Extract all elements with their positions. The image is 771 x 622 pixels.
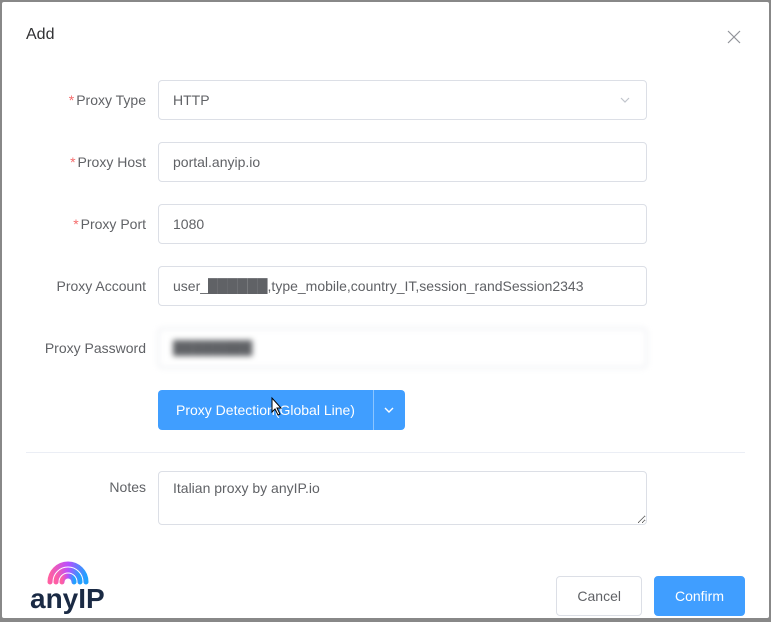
close-icon — [727, 31, 741, 48]
row-proxy-port: *Proxy Port — [26, 204, 745, 244]
row-proxy-host: *Proxy Host — [26, 142, 745, 182]
svg-text:anyIP: anyIP — [30, 583, 105, 614]
proxy-type-value: HTTP — [173, 92, 618, 108]
confirm-button[interactable]: Confirm — [654, 576, 745, 616]
modal-header: Add — [26, 26, 745, 52]
proxy-type-select[interactable]: HTTP — [158, 80, 647, 120]
footer-buttons: Cancel Confirm — [556, 576, 745, 616]
label-proxy-type: *Proxy Type — [26, 92, 158, 108]
modal-title: Add — [26, 26, 54, 44]
row-notes: Notes — [26, 471, 745, 530]
add-proxy-modal: Add *Proxy Type HTTP *Proxy Host — [2, 2, 769, 618]
row-detection: Proxy Detection(Global Line) — [26, 390, 745, 430]
row-proxy-password: Proxy Password — [26, 328, 745, 368]
label-proxy-password: Proxy Password — [26, 340, 158, 356]
label-proxy-account: Proxy Account — [26, 278, 158, 294]
proxy-host-input[interactable] — [158, 142, 647, 182]
proxy-port-input[interactable] — [158, 204, 647, 244]
notes-textarea[interactable] — [158, 471, 647, 525]
chevron-down-icon — [618, 93, 632, 107]
label-proxy-port: *Proxy Port — [26, 216, 158, 232]
proxy-detection-dropdown[interactable] — [373, 390, 405, 430]
divider — [26, 452, 745, 453]
cancel-button[interactable]: Cancel — [556, 576, 642, 616]
row-proxy-account: Proxy Account — [26, 266, 745, 306]
chevron-down-icon — [382, 403, 396, 417]
proxy-detection-button[interactable]: Proxy Detection(Global Line) — [158, 390, 373, 430]
proxy-detection-button-group: Proxy Detection(Global Line) — [158, 390, 405, 430]
anyip-logo: anyIP — [26, 552, 166, 616]
proxy-password-input[interactable] — [158, 328, 647, 368]
proxy-account-input[interactable] — [158, 266, 647, 306]
form: *Proxy Type HTTP *Proxy Host *Proxy Port — [26, 80, 745, 552]
label-notes: Notes — [26, 471, 158, 495]
row-proxy-type: *Proxy Type HTTP — [26, 80, 745, 120]
close-button[interactable] — [723, 26, 745, 52]
modal-footer: anyIP Cancel Confirm — [26, 552, 745, 616]
label-proxy-host: *Proxy Host — [26, 154, 158, 170]
